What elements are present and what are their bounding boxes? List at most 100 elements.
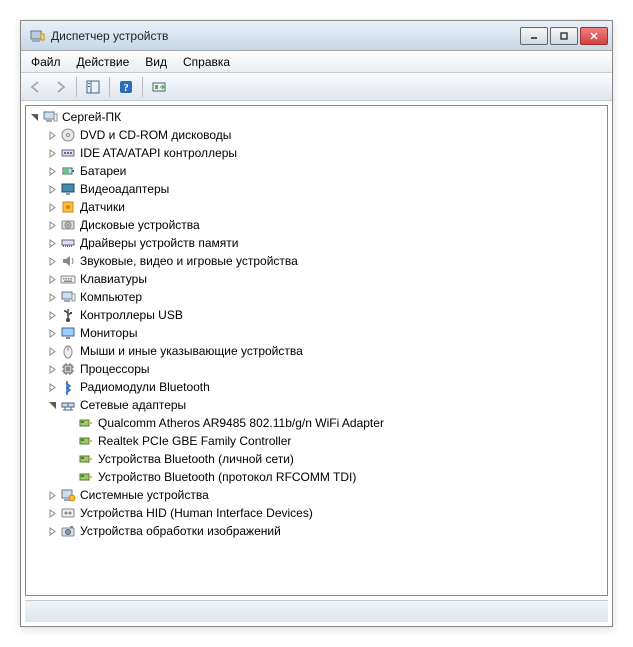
monitor-icon <box>60 325 76 341</box>
expand-icon[interactable] <box>46 489 58 501</box>
expand-icon[interactable] <box>46 183 58 195</box>
menu-view[interactable]: Вид <box>137 53 175 71</box>
tree-device[interactable]: Устройство Bluetooth (протокол RFCOMM TD… <box>26 468 607 486</box>
menu-help[interactable]: Справка <box>175 53 238 71</box>
tree-node-label: Драйверы устройств памяти <box>80 236 238 250</box>
help-button[interactable]: ? <box>115 76 137 98</box>
tree-category[interactable]: Батареи <box>26 162 607 180</box>
toolbar: ? <box>21 73 612 101</box>
menubar: Файл Действие Вид Справка <box>21 51 612 73</box>
ide-icon <box>60 145 76 161</box>
network-icon <box>60 397 76 413</box>
tree-category[interactable]: Клавиатуры <box>26 270 607 288</box>
scan-hardware-button[interactable] <box>148 76 170 98</box>
tree-node-label: Мониторы <box>80 326 137 340</box>
window-title: Диспетчер устройств <box>49 29 520 43</box>
expand-icon[interactable] <box>46 129 58 141</box>
tree-category[interactable]: Устройства HID (Human Interface Devices) <box>26 504 607 522</box>
show-hide-console-tree-button[interactable] <box>82 76 104 98</box>
tree-node-label: Устройство Bluetooth (протокол RFCOMM TD… <box>98 470 356 484</box>
tree-node-label: Мыши и иные указывающие устройства <box>80 344 303 358</box>
tree-node-label: DVD и CD-ROM дисководы <box>80 128 231 142</box>
expand-icon[interactable] <box>46 507 58 519</box>
tree-category[interactable]: Звуковые, видео и игровые устройства <box>26 252 607 270</box>
expand-icon[interactable] <box>46 345 58 357</box>
tree-node-label: Звуковые, видео и игровые устройства <box>80 254 298 268</box>
expand-icon[interactable] <box>46 273 58 285</box>
expand-icon[interactable] <box>46 237 58 249</box>
expand-icon[interactable] <box>46 147 58 159</box>
expand-icon[interactable] <box>46 255 58 267</box>
tree-device[interactable]: Realtek PCIe GBE Family Controller <box>26 432 607 450</box>
battery-icon <box>60 163 76 179</box>
tree-category[interactable]: Датчики <box>26 198 607 216</box>
keyboard-icon <box>60 271 76 287</box>
tree-node-label: Контроллеры USB <box>80 308 183 322</box>
tree-device[interactable]: Устройства Bluetooth (личной сети) <box>26 450 607 468</box>
tree-category[interactable]: Компьютер <box>26 288 607 306</box>
tree-category[interactable]: DVD и CD-ROM дисководы <box>26 126 607 144</box>
tree-node-label: Сергей-ПК <box>62 110 121 124</box>
expand-icon[interactable] <box>46 327 58 339</box>
tree-category[interactable]: Мыши и иные указывающие устройства <box>26 342 607 360</box>
tree-category[interactable]: Контроллеры USB <box>26 306 607 324</box>
content-area: Сергей-ПК DVD и CD-ROM дисководы IDE ATA/A… <box>21 101 612 626</box>
tree-node-label: IDE ATA/ATAPI контроллеры <box>80 146 237 160</box>
tree-root[interactable]: Сергей-ПК <box>26 108 607 126</box>
device-tree[interactable]: Сергей-ПК DVD и CD-ROM дисководы IDE ATA/A… <box>25 105 608 596</box>
display-icon <box>60 181 76 197</box>
tree-category[interactable]: IDE ATA/ATAPI контроллеры <box>26 144 607 162</box>
toolbar-separator <box>76 77 77 97</box>
tree-node-label: Realtek PCIe GBE Family Controller <box>98 434 291 448</box>
hdd-icon <box>60 217 76 233</box>
close-button[interactable] <box>580 27 608 45</box>
minimize-button[interactable] <box>520 27 548 45</box>
computer-icon <box>60 289 76 305</box>
cpu-icon <box>60 361 76 377</box>
tree-category[interactable]: Системные устройства <box>26 486 607 504</box>
tree-node-label: Дисковые устройства <box>80 218 200 232</box>
tree-category[interactable]: Видеоадаптеры <box>26 180 607 198</box>
tree-category[interactable]: Устройства обработки изображений <box>26 522 607 540</box>
tree-node-label: Клавиатуры <box>80 272 147 286</box>
tree-node-label: Устройства HID (Human Interface Devices) <box>80 506 313 520</box>
tree-node-label: Батареи <box>80 164 126 178</box>
statusbar <box>25 600 608 622</box>
expand-icon[interactable] <box>46 291 58 303</box>
tree-category[interactable]: Радиомодули Bluetooth <box>26 378 607 396</box>
back-button <box>25 76 47 98</box>
tree-node-label: Qualcomm Atheros AR9485 802.11b/g/n WiFi… <box>98 416 384 430</box>
maximize-button[interactable] <box>550 27 578 45</box>
tree-category[interactable]: Сетевые адаптеры <box>26 396 607 414</box>
collapse-icon[interactable] <box>46 399 58 411</box>
sensor-icon <box>60 199 76 215</box>
expand-icon[interactable] <box>46 201 58 213</box>
tree-category[interactable]: Дисковые устройства <box>26 216 607 234</box>
expand-icon[interactable] <box>46 309 58 321</box>
mouse-icon <box>60 343 76 359</box>
tree-category[interactable]: Драйверы устройств памяти <box>26 234 607 252</box>
expand-icon[interactable] <box>46 381 58 393</box>
menu-action[interactable]: Действие <box>69 53 138 71</box>
expand-icon[interactable] <box>46 363 58 375</box>
expand-icon[interactable] <box>46 165 58 177</box>
nic-icon <box>78 469 94 485</box>
collapse-icon[interactable] <box>28 111 40 123</box>
tree-node-label: Устройства обработки изображений <box>80 524 281 538</box>
tree-node-label: Сетевые адаптеры <box>80 398 186 412</box>
usb-icon <box>60 307 76 323</box>
nic-icon <box>78 433 94 449</box>
tree-category[interactable]: Мониторы <box>26 324 607 342</box>
expand-icon[interactable] <box>46 525 58 537</box>
tree-node-label: Датчики <box>80 200 125 214</box>
imaging-icon <box>60 523 76 539</box>
system-icon <box>60 487 76 503</box>
expand-icon[interactable] <box>46 219 58 231</box>
disc-icon <box>60 127 76 143</box>
tree-device[interactable]: Qualcomm Atheros AR9485 802.11b/g/n WiFi… <box>26 414 607 432</box>
svg-text:?: ? <box>123 82 129 94</box>
tree-node-label: Системные устройства <box>80 488 209 502</box>
forward-button <box>49 76 71 98</box>
tree-category[interactable]: Процессоры <box>26 360 607 378</box>
menu-file[interactable]: Файл <box>23 53 69 71</box>
